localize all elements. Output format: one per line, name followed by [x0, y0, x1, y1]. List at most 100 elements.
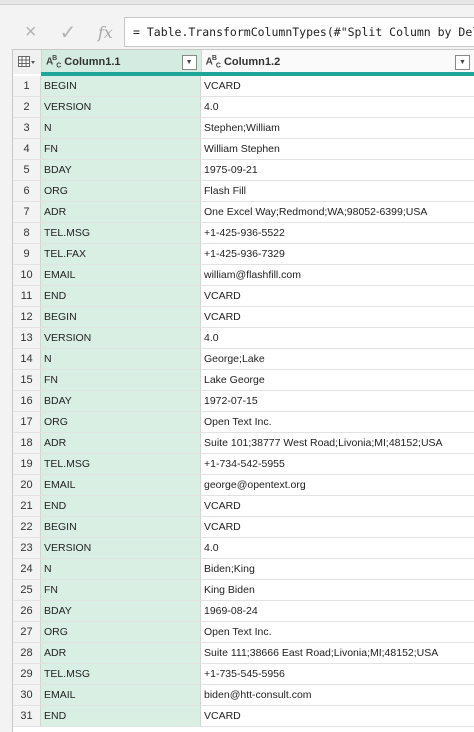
table-row[interactable]: 19 TEL.MSG +1-734-542-5955 — [13, 454, 474, 475]
row-number[interactable]: 12 — [13, 307, 41, 327]
table-row[interactable]: 31 END VCARD — [13, 706, 474, 727]
cell-column1-2[interactable]: Stephen;William — [201, 118, 474, 138]
row-number[interactable]: 22 — [13, 517, 41, 537]
cell-column1-1[interactable]: N — [41, 559, 201, 579]
cell-column1-1[interactable]: BDAY — [41, 391, 201, 411]
table-row[interactable]: 29 TEL.MSG +1-735-545-5956 — [13, 664, 474, 685]
cell-column1-1[interactable]: END — [41, 496, 201, 516]
cell-column1-1[interactable]: TEL.FAX — [41, 244, 201, 264]
cell-column1-2[interactable]: +1-425-936-5522 — [201, 223, 474, 243]
table-row[interactable]: 8 TEL.MSG +1-425-936-5522 — [13, 223, 474, 244]
cell-column1-2[interactable]: VCARD — [201, 286, 474, 306]
cell-column1-2[interactable]: 4.0 — [201, 328, 474, 348]
table-row[interactable]: 12 BEGIN VCARD — [13, 307, 474, 328]
cell-column1-2[interactable]: VCARD — [201, 706, 474, 726]
cell-column1-2[interactable]: 1972-07-15 — [201, 391, 474, 411]
cell-column1-1[interactable]: BDAY — [41, 601, 201, 621]
cell-column1-1[interactable]: EMAIL — [41, 685, 201, 705]
table-row[interactable]: 13 VERSION 4.0 — [13, 328, 474, 349]
table-row[interactable]: 3 N Stephen;William — [13, 118, 474, 139]
cell-column1-1[interactable]: EMAIL — [41, 475, 201, 495]
cell-column1-1[interactable]: VERSION — [41, 538, 201, 558]
cell-column1-2[interactable]: VCARD — [201, 307, 474, 327]
row-number[interactable]: 11 — [13, 286, 41, 306]
cell-column1-1[interactable]: TEL.MSG — [41, 664, 201, 684]
row-number[interactable]: 20 — [13, 475, 41, 495]
cell-column1-2[interactable]: One Excel Way;Redmond;WA;98052-6399;USA — [201, 202, 474, 222]
cell-column1-2[interactable]: King Biden — [201, 580, 474, 600]
cell-column1-1[interactable]: VERSION — [41, 328, 201, 348]
cell-column1-1[interactable]: BDAY — [41, 160, 201, 180]
cell-column1-1[interactable]: N — [41, 349, 201, 369]
row-number[interactable]: 7 — [13, 202, 41, 222]
cell-column1-1[interactable]: FN — [41, 370, 201, 390]
row-number[interactable]: 9 — [13, 244, 41, 264]
table-row[interactable]: 30 EMAIL biden@htt-consult.com — [13, 685, 474, 706]
text-type-icon[interactable]: ABC — [206, 55, 221, 69]
table-row[interactable]: 5 BDAY 1975-09-21 — [13, 160, 474, 181]
row-number[interactable]: 14 — [13, 349, 41, 369]
table-row[interactable]: 22 BEGIN VCARD — [13, 517, 474, 538]
row-number[interactable]: 8 — [13, 223, 41, 243]
cell-column1-1[interactable]: END — [41, 286, 201, 306]
cell-column1-2[interactable]: biden@htt-consult.com — [201, 685, 474, 705]
row-number[interactable]: 15 — [13, 370, 41, 390]
cell-column1-2[interactable]: Lake George — [201, 370, 474, 390]
column-header-column1-1[interactable]: ABC Column1.1 ▼ — [41, 50, 202, 74]
row-number[interactable]: 16 — [13, 391, 41, 411]
row-number[interactable]: 28 — [13, 643, 41, 663]
table-row[interactable]: 1 BEGIN VCARD — [13, 76, 474, 97]
cell-column1-1[interactable]: BEGIN — [41, 517, 201, 537]
row-number[interactable]: 1 — [13, 76, 41, 96]
row-number[interactable]: 31 — [13, 706, 41, 726]
cell-column1-2[interactable]: 1975-09-21 — [201, 160, 474, 180]
row-number[interactable]: 27 — [13, 622, 41, 642]
table-row[interactable]: 25 FN King Biden — [13, 580, 474, 601]
row-number[interactable]: 24 — [13, 559, 41, 579]
cell-column1-2[interactable]: Open Text Inc. — [201, 622, 474, 642]
cell-column1-1[interactable]: TEL.MSG — [41, 223, 201, 243]
cell-column1-2[interactable]: VCARD — [201, 517, 474, 537]
formula-input[interactable]: = Table.TransformColumnTypes(#"Split Col… — [124, 17, 474, 47]
cell-column1-2[interactable]: 4.0 — [201, 538, 474, 558]
cell-column1-1[interactable]: EMAIL — [41, 265, 201, 285]
table-row[interactable]: 15 FN Lake George — [13, 370, 474, 391]
table-row[interactable]: 6 ORG Flash Fill — [13, 181, 474, 202]
table-row[interactable]: 21 END VCARD — [13, 496, 474, 517]
row-number[interactable]: 10 — [13, 265, 41, 285]
cell-column1-1[interactable]: ORG — [41, 181, 201, 201]
cell-column1-2[interactable]: 1969-08-24 — [201, 601, 474, 621]
row-number[interactable]: 23 — [13, 538, 41, 558]
table-row[interactable]: 7 ADR One Excel Way;Redmond;WA;98052-6399;… — [13, 202, 474, 223]
row-number[interactable]: 26 — [13, 601, 41, 621]
cell-column1-2[interactable]: VCARD — [201, 496, 474, 516]
cell-column1-1[interactable]: ORG — [41, 622, 201, 642]
cell-column1-2[interactable]: Flash Fill — [201, 181, 474, 201]
table-row[interactable]: 17 ORG Open Text Inc. — [13, 412, 474, 433]
cell-column1-1[interactable]: BEGIN — [41, 307, 201, 327]
row-number[interactable]: 6 — [13, 181, 41, 201]
cell-column1-1[interactable]: BEGIN — [41, 76, 201, 96]
cell-column1-1[interactable]: TEL.MSG — [41, 454, 201, 474]
cell-column1-1[interactable]: VERSION — [41, 97, 201, 117]
row-number[interactable]: 4 — [13, 139, 41, 159]
cell-column1-1[interactable]: ADR — [41, 202, 201, 222]
row-number[interactable]: 3 — [13, 118, 41, 138]
cell-column1-2[interactable]: +1-734-542-5955 — [201, 454, 474, 474]
cell-column1-2[interactable]: George;Lake — [201, 349, 474, 369]
cell-column1-2[interactable]: 4.0 — [201, 97, 474, 117]
row-number[interactable]: 13 — [13, 328, 41, 348]
cell-column1-2[interactable]: William Stephen — [201, 139, 474, 159]
table-row[interactable]: 16 BDAY 1972-07-15 — [13, 391, 474, 412]
cell-column1-2[interactable]: george@opentext.org — [201, 475, 474, 495]
row-number[interactable]: 30 — [13, 685, 41, 705]
cell-column1-1[interactable]: ORG — [41, 412, 201, 432]
table-row[interactable]: 11 END VCARD — [13, 286, 474, 307]
cell-column1-1[interactable]: N — [41, 118, 201, 138]
table-row[interactable]: 10 EMAIL william@flashfill.com — [13, 265, 474, 286]
table-menu-icon[interactable] — [13, 50, 42, 74]
fx-icon[interactable]: fx — [90, 17, 120, 47]
table-row[interactable]: 26 BDAY 1969-08-24 — [13, 601, 474, 622]
cell-column1-2[interactable]: VCARD — [201, 76, 474, 96]
cell-column1-2[interactable]: Suite 101;38777 West Road;Livonia;MI;481… — [201, 433, 474, 453]
